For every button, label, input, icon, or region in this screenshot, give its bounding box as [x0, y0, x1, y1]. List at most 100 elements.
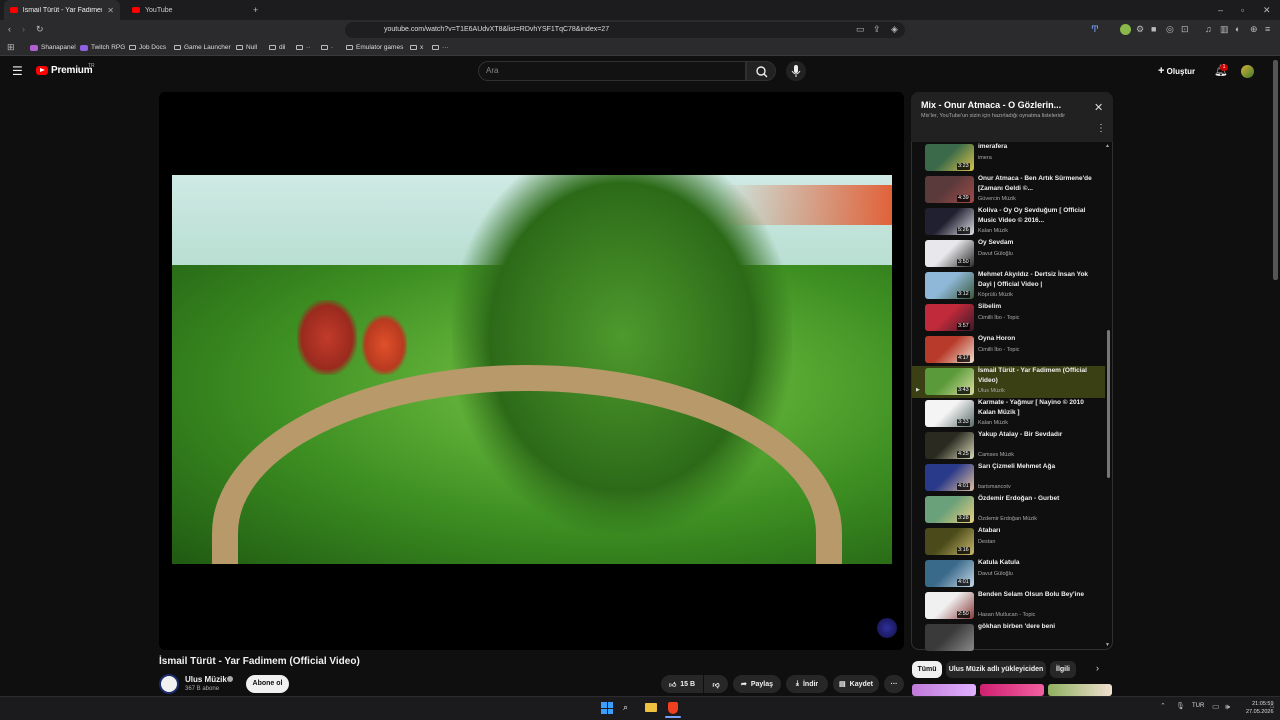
channel-name[interactable]: Ulus Müzik — [185, 675, 227, 684]
shield-icon[interactable]: ◈ — [891, 23, 898, 35]
playlist-item-title[interactable]: Özdemir Erdoğan - Gurbet — [978, 494, 1098, 504]
search-taskbar-icon[interactable]: ⌕ — [623, 701, 628, 713]
music-icon[interactable]: ♫ — [1205, 23, 1212, 35]
playlist-scroll-thumb[interactable] — [1107, 330, 1110, 478]
account-avatar[interactable] — [1241, 65, 1254, 78]
playlist-item-title[interactable]: Koliva - Oy Oy Sevduğum [ Official Music… — [978, 206, 1098, 226]
playlist-item-duration: 5:26 — [957, 227, 970, 234]
channel-watermark-icon[interactable] — [877, 618, 897, 638]
playlist-item-title[interactable]: gökhan birben 'dere beni — [978, 622, 1098, 632]
brave-browser-icon[interactable] — [668, 702, 678, 714]
video-frame[interactable] — [172, 175, 892, 564]
cast-icon[interactable]: ▭ — [856, 23, 865, 35]
hamburger-menu-icon[interactable]: ☰ — [12, 64, 23, 78]
more-vert-icon[interactable]: ⋮ — [1096, 124, 1106, 134]
folder-icon — [321, 45, 328, 50]
extension-icon[interactable]: ◎ — [1166, 23, 1174, 35]
extension-icon[interactable] — [1120, 24, 1131, 35]
bookmark-folder[interactable]: ··· — [432, 42, 449, 53]
apps-grid-icon[interactable]: ⊞ — [7, 41, 15, 53]
maximize-icon[interactable]: ▫ — [1241, 4, 1244, 16]
playlist-item-title[interactable]: Karmate - Yağmur [ Nayino © 2010 Kalan M… — [978, 398, 1098, 418]
notification-center-icon[interactable]: ⌂ — [1270, 701, 1274, 713]
folder-icon — [174, 45, 181, 50]
bookmark-folder[interactable]: x — [410, 42, 423, 53]
close-playlist-icon[interactable]: ✕ — [1094, 101, 1103, 114]
bookmark-item[interactable]: Twitch RPG — [80, 42, 125, 53]
playlist-item-title[interactable]: imerafera — [978, 142, 1098, 152]
voice-search-button[interactable] — [786, 61, 806, 81]
chevron-right-icon[interactable]: › — [1096, 663, 1099, 673]
page-scrollbar[interactable] — [1273, 60, 1278, 280]
volume-icon[interactable]: 🕪︎ — [1225, 701, 1230, 713]
subscribe-button[interactable]: Abone ol — [246, 675, 289, 693]
playlist-item-title[interactable]: Sibelim — [978, 302, 1098, 312]
bookmark-folder[interactable]: Job Docs — [129, 42, 166, 53]
bookmark-folder[interactable]: ·· — [296, 42, 310, 53]
chip-uploader[interactable]: Ulus Müzik adlı yükleyiciden — [946, 661, 1046, 678]
chip-all[interactable]: Tümü — [912, 661, 942, 678]
playlist-title[interactable]: Mix - Onur Atmaca - O Gözlerin... — [921, 100, 1061, 110]
chip-related[interactable]: İlgili — [1050, 661, 1076, 678]
playlist-item-title[interactable]: Atabarı — [978, 526, 1098, 536]
windows-start-icon[interactable] — [601, 702, 613, 714]
scroll-down-icon[interactable]: ▼ — [1105, 642, 1110, 648]
reload-icon[interactable]: ↻ — [36, 23, 44, 35]
bookmark-folder[interactable]: dil — [269, 42, 286, 53]
bookmark-folder[interactable]: Emulator games — [346, 42, 403, 53]
tab-active[interactable]: İsmail Türüt - Yar Fadimem (O ✕ — [4, 0, 120, 20]
file-explorer-icon[interactable] — [645, 703, 657, 712]
tab-youtube[interactable]: YouTube — [126, 0, 246, 20]
channel-avatar[interactable] — [159, 674, 179, 694]
extension-icon[interactable]: ■ — [1151, 23, 1156, 35]
back-icon[interactable]: ‹ — [8, 23, 11, 35]
playlist-item-title[interactable]: İsmail Türüt - Yar Fadimem (Official Vid… — [978, 366, 1098, 386]
language-indicator[interactable]: TUR — [1192, 703, 1204, 709]
playlist-item-title[interactable]: Onur Atmaca - Ben Artık Sürmene'de [Zama… — [978, 174, 1098, 194]
network-icon[interactable]: ▭ — [1212, 701, 1220, 713]
chevron-up-icon[interactable]: ⌃ — [1160, 701, 1166, 713]
translate-icon[interactable]: Ͳ — [1091, 23, 1099, 35]
close-icon[interactable]: ✕ — [107, 6, 114, 15]
playlist-item-title[interactable]: Yakup Atalay - Bir Sevdadır — [978, 430, 1098, 440]
extension-icon[interactable]: ⊡ — [1181, 23, 1189, 35]
new-tab-icon[interactable]: + — [253, 4, 258, 16]
extension-icon[interactable]: ◐ — [1235, 23, 1240, 35]
extension-icon[interactable]: ⚙ — [1136, 23, 1144, 35]
create-button[interactable]: + Oluştur — [1158, 63, 1195, 80]
download-button[interactable]: ⤓ İndir — [786, 675, 828, 693]
playlist-item-title[interactable]: Oyna Horon — [978, 334, 1098, 344]
search-input[interactable] — [478, 61, 746, 81]
search-button[interactable] — [746, 61, 776, 81]
save-button[interactable]: ▤ Kaydet — [833, 675, 879, 693]
playlist-item-title[interactable]: Benden Selam Olsun Bolu Bey'ine — [978, 590, 1098, 600]
notification-badge: 1 — [1220, 64, 1228, 71]
bookmark-folder[interactable]: · — [321, 42, 333, 53]
playlist-item-thumbnail[interactable] — [925, 624, 974, 651]
dislike-button[interactable]: 👎︎ — [704, 675, 728, 693]
menu-icon[interactable]: ≡ — [1265, 23, 1270, 35]
folder-icon — [236, 45, 243, 50]
microphone-tray-icon[interactable]: 🎙︎ — [1176, 701, 1185, 713]
playlist-item-title[interactable]: Mehmet Akyıldız - Dertsiz İnsan Yok Dayi… — [978, 270, 1098, 290]
sidebar-icon[interactable]: ▥ — [1220, 23, 1229, 35]
close-window-icon[interactable]: ✕ — [1263, 4, 1271, 16]
like-button[interactable]: 👍︎ 15 B — [661, 675, 703, 693]
share-icon[interactable]: ⇪ — [873, 23, 881, 35]
bookmark-folder[interactable]: Game Launcher — [174, 42, 231, 53]
playlist-item-title[interactable]: Sarı Çizmeli Mehmet Ağa — [978, 462, 1098, 472]
share-button[interactable]: ➦ Paylaş — [733, 675, 781, 693]
more-actions-button[interactable]: ··· — [884, 675, 904, 693]
related-thumbnail[interactable] — [1048, 684, 1112, 696]
minimize-icon[interactable]: – — [1218, 4, 1223, 16]
scroll-up-icon[interactable]: ▲ — [1105, 143, 1110, 149]
vpn-icon[interactable]: ⊕ — [1250, 23, 1258, 35]
related-thumbnail[interactable] — [912, 684, 976, 696]
related-thumbnail[interactable] — [980, 684, 1044, 696]
playlist-item-title[interactable]: Katula Katula — [978, 558, 1098, 568]
playlist-item-title[interactable]: Oy Sevdam — [978, 238, 1098, 248]
bookmark-folder[interactable]: Null — [236, 42, 257, 53]
forward-icon[interactable]: › — [22, 23, 25, 35]
playlist-item-duration: 2:50 — [957, 611, 970, 618]
bookmark-item[interactable]: Shanapanel — [30, 42, 76, 53]
